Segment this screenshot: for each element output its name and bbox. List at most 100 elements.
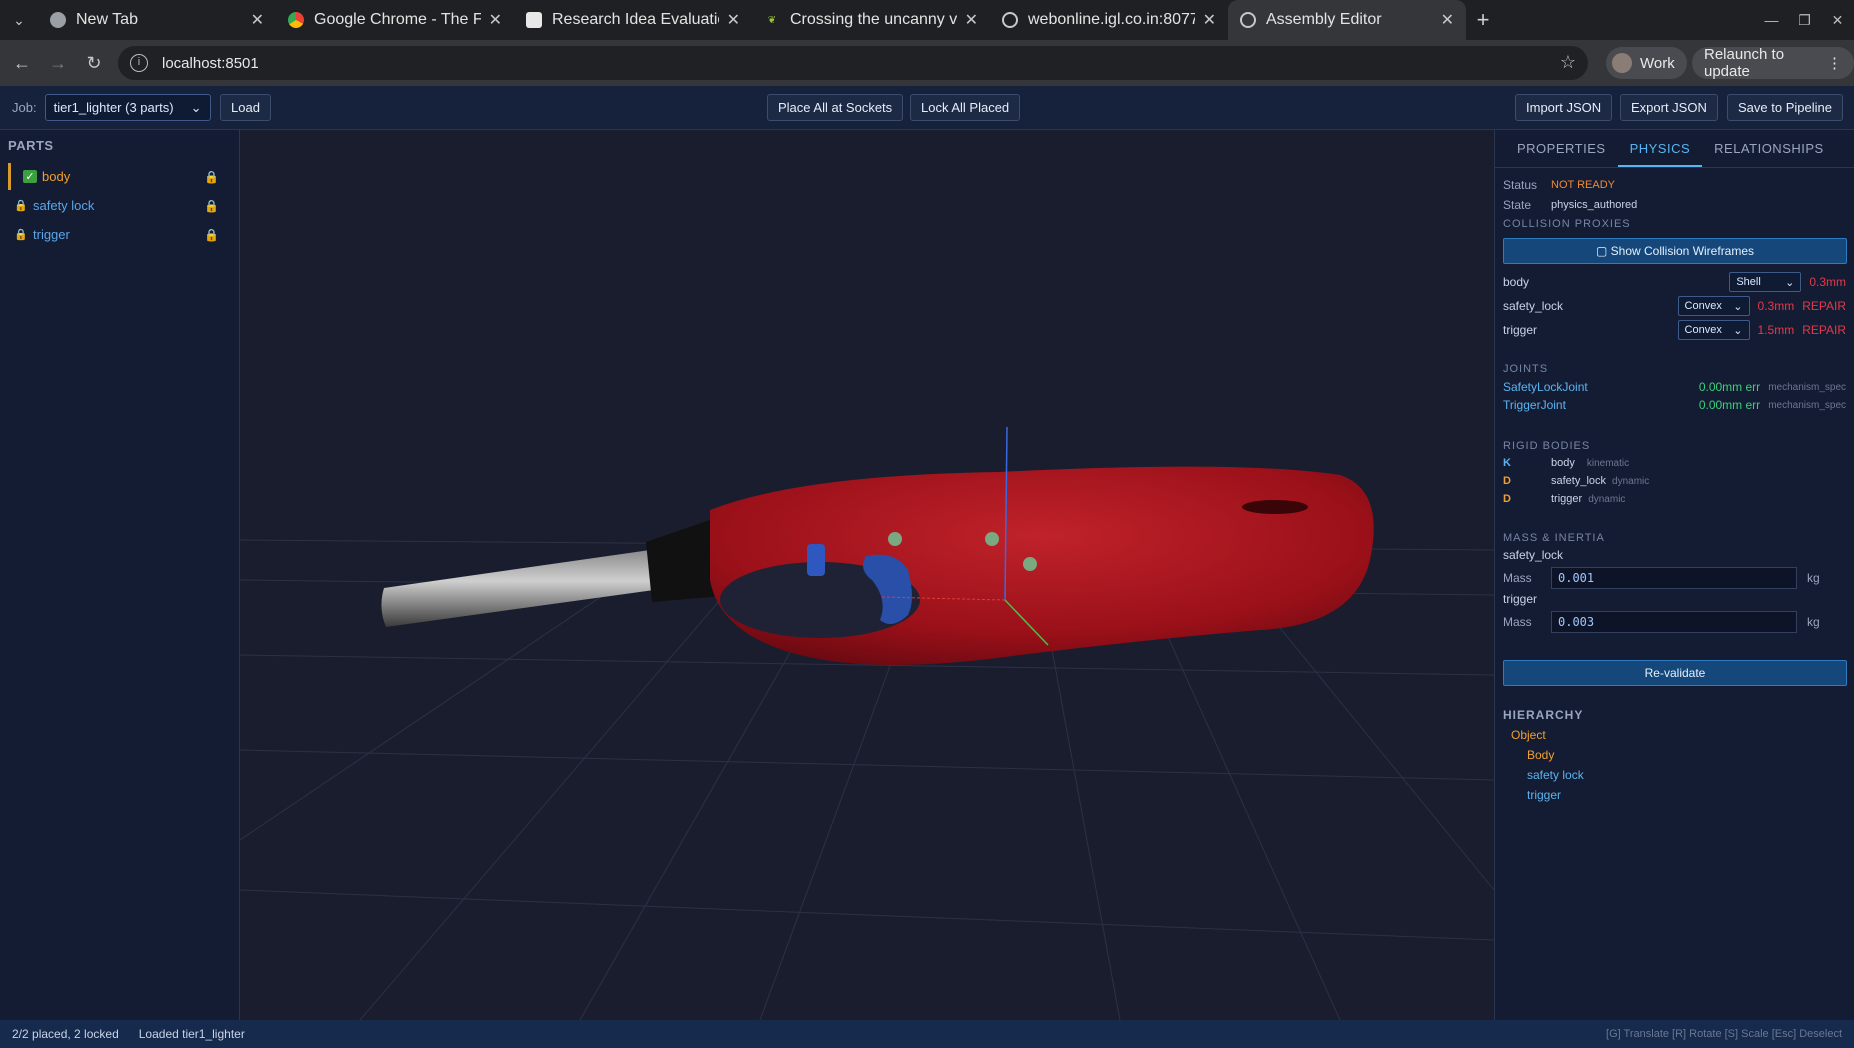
tab-title: Assembly Editor xyxy=(1266,11,1382,28)
export-json-button[interactable]: Export JSON xyxy=(1620,94,1718,121)
proxy-type-select[interactable]: Convex ⌄ xyxy=(1677,296,1750,316)
rigid-kind: dynamic xyxy=(1588,493,1626,505)
back-icon[interactable]: ← xyxy=(4,53,40,74)
browser-tab-strip: ⌄ New Tab ✕ Google Chrome - The Fas ✕ Re… xyxy=(0,0,1854,40)
joint-source: mechanism_spec xyxy=(1768,399,1846,411)
bookmark-star-icon[interactable]: ☆ xyxy=(1560,52,1576,73)
hierarchy-item[interactable]: safety lock xyxy=(1527,768,1846,782)
browser-tab[interactable]: Research Idea Evaluation ✕ xyxy=(514,0,752,40)
tab-physics[interactable]: PHYSICS xyxy=(1617,130,1703,167)
state-row: State physics_authored xyxy=(1503,198,1846,212)
proxy-row-trigger: trigger Convex ⌄ 1.5mm REPAIR xyxy=(1503,320,1846,340)
tab-relationships[interactable]: RELATIONSHIPS xyxy=(1702,130,1836,167)
restore-icon[interactable]: ❐ xyxy=(1788,12,1821,29)
socket-marker[interactable] xyxy=(888,532,902,546)
mass-part-name: trigger xyxy=(1503,592,1538,606)
part-name: body xyxy=(42,169,71,184)
close-icon[interactable]: ✕ xyxy=(727,10,740,30)
tab-properties[interactable]: PROPERTIES xyxy=(1505,130,1618,167)
forward-icon[interactable]: → xyxy=(40,53,76,74)
browser-toolbar: ← → ↻ i localhost:8501 ☆ Work Relaunch t… xyxy=(0,40,1854,86)
app-toolbar: Job: tier1_lighter (3 parts) ⌄ Load Plac… xyxy=(0,86,1854,130)
hierarchy-item[interactable]: Body xyxy=(1527,748,1846,762)
lock-all-button[interactable]: Lock All Placed xyxy=(910,94,1021,121)
part-name: safety lock xyxy=(33,198,95,213)
part-item-trigger[interactable]: 🔒 trigger 🔒 xyxy=(0,221,239,248)
proxy-type-select[interactable]: Shell ⌄ xyxy=(1729,272,1802,292)
proxy-value: 0.3mm xyxy=(1757,299,1795,313)
mass-input[interactable]: 0.001 xyxy=(1551,567,1797,589)
part-item-body[interactable]: ✓ body 🔒 xyxy=(8,163,239,190)
checkbox-icon[interactable]: ▢ xyxy=(1596,244,1607,258)
state-label: State xyxy=(1503,198,1532,212)
mass-label: Mass xyxy=(1503,615,1532,629)
status-row: Status NOT READY xyxy=(1503,178,1846,192)
close-icon[interactable]: ✕ xyxy=(965,10,978,30)
mass-part-label: safety_lock xyxy=(1503,548,1846,562)
3d-viewport[interactable] xyxy=(240,130,1494,1020)
joint-row[interactable]: SafetyLockJoint 0.00mm err mechanism_spe… xyxy=(1503,380,1846,394)
repair-link[interactable]: REPAIR xyxy=(1802,299,1846,313)
load-button[interactable]: Load xyxy=(220,94,271,121)
proxy-value: 1.5mm xyxy=(1757,323,1795,337)
proxy-name: safety_lock xyxy=(1503,299,1564,313)
address-bar[interactable]: i localhost:8501 ☆ xyxy=(118,46,1588,80)
more-menu-icon[interactable]: ⋮ xyxy=(1827,54,1842,72)
browser-tab-active[interactable]: Assembly Editor ✕ xyxy=(1228,0,1466,40)
profile-button[interactable]: Work xyxy=(1606,47,1687,79)
safety-lock-part[interactable] xyxy=(807,544,825,576)
rigid-heading: RIGID BODIES xyxy=(1503,440,1591,452)
socket-marker[interactable] xyxy=(985,532,999,546)
revalidate-button[interactable]: Re-validate xyxy=(1503,660,1847,686)
lock-icon[interactable]: 🔒 xyxy=(204,170,219,184)
close-icon[interactable]: ✕ xyxy=(489,10,502,30)
close-icon[interactable]: ✕ xyxy=(1203,10,1216,30)
close-icon[interactable]: ✕ xyxy=(1441,10,1454,30)
new-tab-button[interactable]: + xyxy=(1466,0,1500,40)
rigid-kind: dynamic xyxy=(1612,475,1650,487)
job-select-value: tier1_lighter (3 parts) xyxy=(53,100,174,115)
hierarchy-item[interactable]: Object xyxy=(1511,728,1846,742)
mass-label: Mass xyxy=(1503,571,1532,585)
save-pipeline-button[interactable]: Save to Pipeline xyxy=(1727,94,1843,121)
socket-marker[interactable] xyxy=(1023,557,1037,571)
close-icon[interactable]: ✕ xyxy=(251,10,264,30)
lock-icon[interactable]: 🔒 xyxy=(204,228,219,242)
chevron-down-icon: ⌄ xyxy=(1733,324,1743,337)
browser-tab[interactable]: New Tab ✕ xyxy=(38,0,276,40)
openai-icon xyxy=(526,12,542,28)
browser-tab[interactable]: ❦ Crossing the uncanny val ✕ xyxy=(752,0,990,40)
joint-row[interactable]: TriggerJoint 0.00mm err mechanism_spec xyxy=(1503,398,1846,412)
tab-search-icon[interactable]: ⌄ xyxy=(0,0,38,40)
rigid-row: D safety_lock dynamic xyxy=(1503,475,1846,487)
show-wireframes-button[interactable]: ▢ Show Collision Wireframes xyxy=(1503,238,1847,264)
status-message: Loaded tier1_lighter xyxy=(138,1027,245,1041)
site-info-icon[interactable]: i xyxy=(130,54,148,72)
browser-tab[interactable]: Google Chrome - The Fas ✕ xyxy=(276,0,514,40)
joint-name[interactable]: TriggerJoint xyxy=(1503,398,1566,412)
place-all-button[interactable]: Place All at Sockets xyxy=(767,94,904,121)
url-text: localhost:8501 xyxy=(162,54,259,72)
part-item-safety-lock[interactable]: 🔒 safety lock 🔒 xyxy=(0,192,239,219)
scene-canvas[interactable] xyxy=(240,130,1494,1020)
import-json-button[interactable]: Import JSON xyxy=(1515,94,1613,121)
lock-icon[interactable]: 🔒 xyxy=(204,199,219,213)
relaunch-button[interactable]: Relaunch to update ⋮ xyxy=(1692,46,1854,80)
repair-link[interactable]: REPAIR xyxy=(1802,323,1846,337)
reload-icon[interactable]: ↻ xyxy=(76,53,112,74)
joint-name[interactable]: SafetyLockJoint xyxy=(1503,380,1588,394)
tab-title: webonline.igl.co.in:8077/ xyxy=(1028,11,1195,28)
minimize-icon[interactable]: — xyxy=(1755,12,1788,28)
tab-title: Google Chrome - The Fas xyxy=(314,11,481,28)
mass-input[interactable]: 0.003 xyxy=(1551,611,1797,633)
rigid-name: trigger xyxy=(1551,493,1583,505)
proxy-type-select[interactable]: Convex ⌄ xyxy=(1677,320,1750,340)
close-window-icon[interactable]: ✕ xyxy=(1821,12,1854,29)
proxy-row-body: body Shell ⌄ 0.3mm xyxy=(1503,272,1846,292)
job-select[interactable]: tier1_lighter (3 parts) ⌄ xyxy=(44,94,211,121)
lighter-nozzle[interactable] xyxy=(381,550,654,627)
hierarchy-item[interactable]: trigger xyxy=(1527,788,1846,802)
browser-tab[interactable]: webonline.igl.co.in:8077/ ✕ xyxy=(990,0,1228,40)
hierarchy-heading: HIERARCHY xyxy=(1503,708,1584,722)
profile-label: Work xyxy=(1640,54,1675,72)
